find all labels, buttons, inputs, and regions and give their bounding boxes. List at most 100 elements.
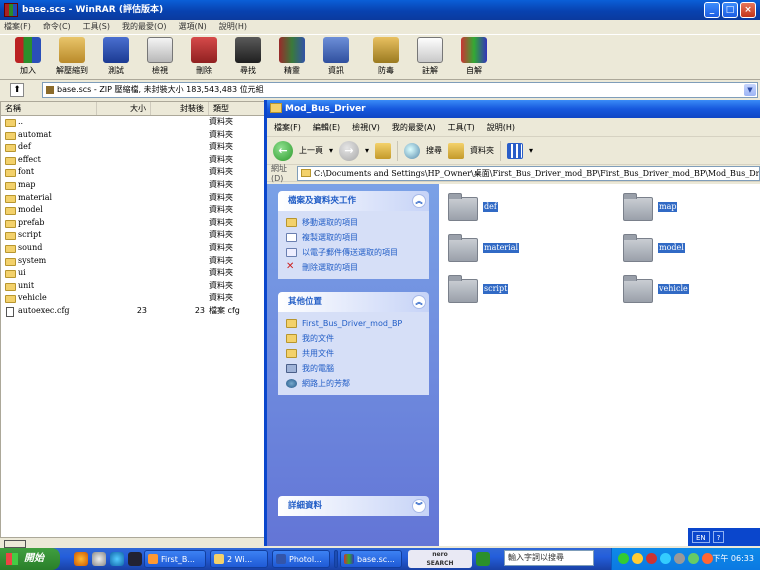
- taskbar-button-photoshop[interactable]: Photol...: [272, 550, 330, 568]
- column-type[interactable]: 類型: [209, 102, 265, 115]
- table-row[interactable]: map 資料夾: [1, 179, 265, 192]
- table-row[interactable]: font 資料夾: [1, 166, 265, 179]
- menu-favorites[interactable]: 我的最愛(O): [122, 20, 167, 34]
- table-row[interactable]: automat 資料夾: [1, 129, 265, 142]
- search-icon[interactable]: [404, 142, 421, 159]
- table-row[interactable]: .. 資料夾: [1, 116, 265, 129]
- tray-icon[interactable]: [702, 553, 713, 564]
- speaker-icon[interactable]: [674, 553, 685, 564]
- task-email-selected[interactable]: 以電子郵件傳送選取的項目: [286, 245, 421, 260]
- info-button[interactable]: 資訊: [314, 35, 358, 79]
- task-move-selected[interactable]: 移動選取的項目: [286, 215, 421, 230]
- extract-to-button[interactable]: 解壓縮到: [50, 35, 94, 79]
- table-row[interactable]: autoexec.cfg 23 23 檔案 cfg: [1, 305, 265, 318]
- views-icon[interactable]: [507, 142, 524, 159]
- place-my-computer[interactable]: 我的電腦: [286, 361, 421, 376]
- column-name[interactable]: 名稱: [1, 102, 97, 115]
- table-row[interactable]: system 資料夾: [1, 255, 265, 268]
- task-copy-selected[interactable]: 複製選取的項目: [286, 230, 421, 245]
- taskbar-button-winrar[interactable]: base.sc...: [340, 550, 402, 568]
- folders-icon[interactable]: [448, 142, 465, 159]
- details-header[interactable]: 詳細資料 ︾: [278, 496, 429, 516]
- search-button-label[interactable]: 搜尋: [426, 145, 442, 156]
- table-row[interactable]: def 資料夾: [1, 141, 265, 154]
- sfx-button[interactable]: 自解: [452, 35, 496, 79]
- other-places-header[interactable]: 其他位置 ︽: [278, 292, 429, 312]
- table-row[interactable]: prefab 資料夾: [1, 217, 265, 230]
- show-desktop-icon[interactable]: [128, 552, 142, 566]
- close-button[interactable]: ×: [740, 2, 756, 18]
- ie-icon[interactable]: [110, 552, 124, 566]
- virus-scan-button[interactable]: 防毒: [364, 35, 408, 79]
- maximize-button[interactable]: □: [722, 2, 738, 18]
- table-row[interactable]: effect 資料夾: [1, 154, 265, 167]
- explorer-menu-view[interactable]: 檢視(V): [352, 118, 380, 136]
- column-size[interactable]: 大小: [97, 102, 151, 115]
- folder-item-vehicle[interactable]: vehicle: [623, 275, 703, 307]
- search-go-icon[interactable]: [476, 552, 490, 566]
- add-button[interactable]: 加入: [6, 35, 50, 79]
- quicklaunch-icon[interactable]: [92, 552, 106, 566]
- file-tasks-header[interactable]: 檔案及資料夾工作 ︽: [278, 191, 429, 211]
- menu-tools[interactable]: 工具(S): [83, 20, 110, 34]
- table-row[interactable]: material 資料夾: [1, 192, 265, 205]
- wizard-button[interactable]: 精靈: [270, 35, 314, 79]
- chevron-down-icon[interactable]: ▼: [744, 84, 756, 96]
- test-button[interactable]: 測試: [94, 35, 138, 79]
- folder-item-def[interactable]: def: [448, 193, 528, 225]
- language-help-button[interactable]: ?: [712, 531, 725, 543]
- taskbar-search-input[interactable]: 輸入字詞以搜尋: [504, 550, 594, 566]
- taskbar-button-firefox[interactable]: First_B...: [144, 550, 206, 568]
- menu-commands[interactable]: 命令(C): [43, 20, 71, 34]
- comment-button[interactable]: 註解: [408, 35, 452, 79]
- expand-chevron-icon[interactable]: ︾: [412, 499, 426, 513]
- folder-item-material[interactable]: material: [448, 234, 528, 266]
- taskbar-button-windows-group[interactable]: 2 Wi...: [210, 550, 268, 568]
- place-parent-folder[interactable]: First_Bus_Driver_mod_BP: [286, 316, 421, 331]
- menu-help[interactable]: 說明(H): [219, 20, 247, 34]
- back-arrow-icon[interactable]: ←: [273, 140, 293, 161]
- firefox-icon[interactable]: [74, 552, 88, 566]
- find-button[interactable]: 尋找: [226, 35, 270, 79]
- views-dropdown[interactable]: ▾: [529, 146, 533, 155]
- menu-file[interactable]: 檔案(F): [4, 20, 31, 34]
- address-field[interactable]: C:\Documents and Settings\HP_Owner\桌面\Fi…: [297, 165, 760, 181]
- explorer-menu-edit[interactable]: 編輯(E): [313, 118, 340, 136]
- place-shared-documents[interactable]: 共用文件: [286, 346, 421, 361]
- tray-icon[interactable]: [618, 553, 629, 564]
- tray-icon[interactable]: [646, 553, 657, 564]
- table-row[interactable]: model 資料夾: [1, 204, 265, 217]
- menu-options[interactable]: 選項(N): [179, 20, 207, 34]
- task-delete-selected[interactable]: ✕ 刪除選取的項目: [286, 260, 421, 275]
- place-network[interactable]: 網路上的芳鄰: [286, 376, 421, 391]
- minimize-button[interactable]: _: [704, 2, 720, 18]
- forward-dropdown[interactable]: ▾: [365, 146, 369, 155]
- up-folder-icon[interactable]: [375, 142, 392, 159]
- winrar-title-bar[interactable]: base.scs - WinRAR (評估版本) _ □ ×: [0, 0, 760, 20]
- explorer-menu-file[interactable]: 檔案(F): [274, 118, 301, 136]
- table-row[interactable]: ui 資料夾: [1, 267, 265, 280]
- folders-button-label[interactable]: 資料夾: [470, 145, 494, 156]
- explorer-title-bar[interactable]: Mod_Bus_Driver: [267, 100, 760, 118]
- back-button-label[interactable]: 上一頁: [299, 145, 323, 156]
- tray-icon[interactable]: [660, 553, 671, 564]
- taskbar-button-explorer[interactable]: [334, 550, 338, 568]
- table-row[interactable]: vehicle 資料夾: [1, 292, 265, 305]
- folder-item-map[interactable]: map: [623, 193, 703, 225]
- tray-icon[interactable]: [632, 553, 643, 564]
- delete-button[interactable]: 刪除: [182, 35, 226, 79]
- nero-search-logo[interactable]: nero SEARCH: [408, 550, 472, 568]
- up-one-level-button[interactable]: ⬆: [10, 83, 24, 97]
- network-icon[interactable]: [688, 553, 699, 564]
- collapse-chevron-icon[interactable]: ︽: [412, 295, 426, 309]
- table-row[interactable]: unit 資料夾: [1, 280, 265, 293]
- archive-path-field[interactable]: base.scs - ZIP 壓縮檔, 未封裝大小 183,543,483 位元…: [42, 82, 758, 98]
- language-indicator[interactable]: EN: [692, 531, 710, 543]
- back-dropdown[interactable]: ▾: [329, 146, 333, 155]
- start-button[interactable]: 開始: [0, 548, 60, 570]
- folder-item-script[interactable]: script: [448, 275, 528, 307]
- view-button[interactable]: 檢視: [138, 35, 182, 79]
- folder-item-model[interactable]: model: [623, 234, 703, 266]
- explorer-menu-favorites[interactable]: 我的最愛(A): [392, 118, 436, 136]
- table-row[interactable]: script 資料夾: [1, 229, 265, 242]
